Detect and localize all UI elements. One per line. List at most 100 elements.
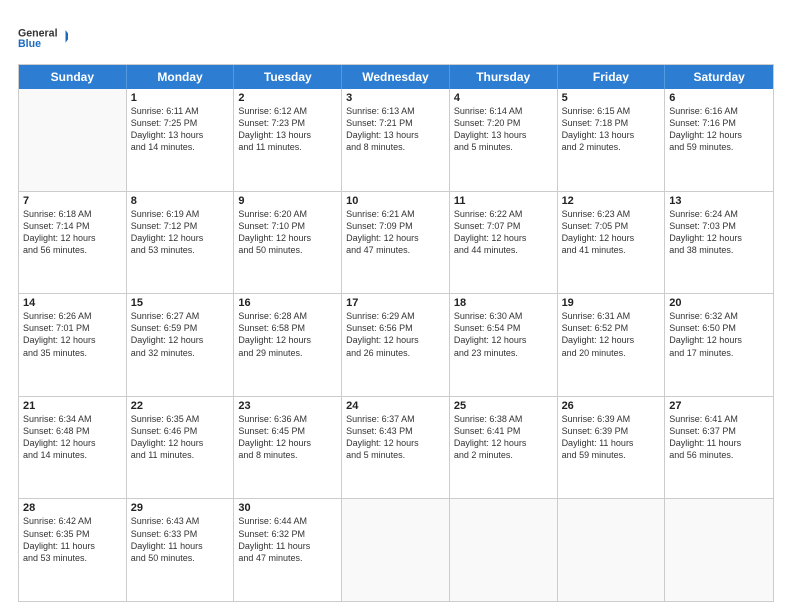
day-number: 23 [238, 400, 337, 412]
calendar-cell: 3Sunrise: 6:13 AMSunset: 7:21 PMDaylight… [342, 89, 450, 191]
calendar-cell: 22Sunrise: 6:35 AMSunset: 6:46 PMDayligh… [127, 397, 235, 499]
day-info: Sunrise: 6:37 AMSunset: 6:43 PMDaylight:… [346, 413, 445, 462]
day-number: 19 [562, 297, 661, 309]
day-info: Sunrise: 6:42 AMSunset: 6:35 PMDaylight:… [23, 515, 122, 564]
calendar-cell: 1Sunrise: 6:11 AMSunset: 7:25 PMDaylight… [127, 89, 235, 191]
day-number: 1 [131, 92, 230, 104]
day-info: Sunrise: 6:44 AMSunset: 6:32 PMDaylight:… [238, 515, 337, 564]
calendar-cell: 11Sunrise: 6:22 AMSunset: 7:07 PMDayligh… [450, 192, 558, 294]
calendar-cell: 28Sunrise: 6:42 AMSunset: 6:35 PMDayligh… [19, 499, 127, 601]
day-info: Sunrise: 6:43 AMSunset: 6:33 PMDaylight:… [131, 515, 230, 564]
day-info: Sunrise: 6:16 AMSunset: 7:16 PMDaylight:… [669, 105, 769, 154]
day-number: 24 [346, 400, 445, 412]
day-number: 14 [23, 297, 122, 309]
day-number: 17 [346, 297, 445, 309]
day-number: 7 [23, 195, 122, 207]
day-number: 9 [238, 195, 337, 207]
day-number: 22 [131, 400, 230, 412]
calendar-cell [19, 89, 127, 191]
calendar-cell: 7Sunrise: 6:18 AMSunset: 7:14 PMDaylight… [19, 192, 127, 294]
calendar-row-4: 28Sunrise: 6:42 AMSunset: 6:35 PMDayligh… [19, 498, 773, 601]
day-header-monday: Monday [127, 65, 235, 89]
day-number: 28 [23, 502, 122, 514]
day-header-sunday: Sunday [19, 65, 127, 89]
calendar-cell: 17Sunrise: 6:29 AMSunset: 6:56 PMDayligh… [342, 294, 450, 396]
day-info: Sunrise: 6:24 AMSunset: 7:03 PMDaylight:… [669, 208, 769, 257]
day-info: Sunrise: 6:27 AMSunset: 6:59 PMDaylight:… [131, 310, 230, 359]
calendar-cell: 4Sunrise: 6:14 AMSunset: 7:20 PMDaylight… [450, 89, 558, 191]
calendar-row-0: 1Sunrise: 6:11 AMSunset: 7:25 PMDaylight… [19, 89, 773, 191]
calendar-cell: 19Sunrise: 6:31 AMSunset: 6:52 PMDayligh… [558, 294, 666, 396]
calendar-cell [558, 499, 666, 601]
calendar-cell: 5Sunrise: 6:15 AMSunset: 7:18 PMDaylight… [558, 89, 666, 191]
day-info: Sunrise: 6:26 AMSunset: 7:01 PMDaylight:… [23, 310, 122, 359]
day-header-saturday: Saturday [665, 65, 773, 89]
day-info: Sunrise: 6:35 AMSunset: 6:46 PMDaylight:… [131, 413, 230, 462]
day-number: 16 [238, 297, 337, 309]
calendar-body: 1Sunrise: 6:11 AMSunset: 7:25 PMDaylight… [19, 89, 773, 601]
day-number: 5 [562, 92, 661, 104]
day-info: Sunrise: 6:11 AMSunset: 7:25 PMDaylight:… [131, 105, 230, 154]
calendar-cell: 29Sunrise: 6:43 AMSunset: 6:33 PMDayligh… [127, 499, 235, 601]
day-header-wednesday: Wednesday [342, 65, 450, 89]
day-header-friday: Friday [558, 65, 666, 89]
day-info: Sunrise: 6:20 AMSunset: 7:10 PMDaylight:… [238, 208, 337, 257]
day-info: Sunrise: 6:29 AMSunset: 6:56 PMDaylight:… [346, 310, 445, 359]
calendar-cell: 23Sunrise: 6:36 AMSunset: 6:45 PMDayligh… [234, 397, 342, 499]
calendar-cell: 2Sunrise: 6:12 AMSunset: 7:23 PMDaylight… [234, 89, 342, 191]
day-number: 30 [238, 502, 337, 514]
day-number: 27 [669, 400, 769, 412]
calendar-cell: 14Sunrise: 6:26 AMSunset: 7:01 PMDayligh… [19, 294, 127, 396]
day-info: Sunrise: 6:23 AMSunset: 7:05 PMDaylight:… [562, 208, 661, 257]
day-number: 8 [131, 195, 230, 207]
calendar-cell [342, 499, 450, 601]
calendar-cell: 25Sunrise: 6:38 AMSunset: 6:41 PMDayligh… [450, 397, 558, 499]
day-number: 3 [346, 92, 445, 104]
day-number: 21 [23, 400, 122, 412]
calendar-cell: 12Sunrise: 6:23 AMSunset: 7:05 PMDayligh… [558, 192, 666, 294]
day-number: 15 [131, 297, 230, 309]
day-number: 6 [669, 92, 769, 104]
calendar-header: SundayMondayTuesdayWednesdayThursdayFrid… [19, 65, 773, 89]
calendar-cell: 15Sunrise: 6:27 AMSunset: 6:59 PMDayligh… [127, 294, 235, 396]
logo-svg: General Blue [18, 18, 68, 56]
day-number: 11 [454, 195, 553, 207]
day-header-tuesday: Tuesday [234, 65, 342, 89]
calendar-cell: 18Sunrise: 6:30 AMSunset: 6:54 PMDayligh… [450, 294, 558, 396]
day-info: Sunrise: 6:39 AMSunset: 6:39 PMDaylight:… [562, 413, 661, 462]
calendar-cell: 21Sunrise: 6:34 AMSunset: 6:48 PMDayligh… [19, 397, 127, 499]
day-info: Sunrise: 6:15 AMSunset: 7:18 PMDaylight:… [562, 105, 661, 154]
day-info: Sunrise: 6:28 AMSunset: 6:58 PMDaylight:… [238, 310, 337, 359]
day-number: 4 [454, 92, 553, 104]
calendar-cell [665, 499, 773, 601]
day-number: 13 [669, 195, 769, 207]
calendar-cell: 30Sunrise: 6:44 AMSunset: 6:32 PMDayligh… [234, 499, 342, 601]
calendar-cell: 20Sunrise: 6:32 AMSunset: 6:50 PMDayligh… [665, 294, 773, 396]
calendar-cell: 8Sunrise: 6:19 AMSunset: 7:12 PMDaylight… [127, 192, 235, 294]
day-header-thursday: Thursday [450, 65, 558, 89]
calendar-cell [450, 499, 558, 601]
day-info: Sunrise: 6:21 AMSunset: 7:09 PMDaylight:… [346, 208, 445, 257]
page: General Blue SundayMondayTuesdayWednesda… [0, 0, 792, 612]
day-info: Sunrise: 6:41 AMSunset: 6:37 PMDaylight:… [669, 413, 769, 462]
calendar-row-3: 21Sunrise: 6:34 AMSunset: 6:48 PMDayligh… [19, 396, 773, 499]
day-number: 26 [562, 400, 661, 412]
calendar-cell: 9Sunrise: 6:20 AMSunset: 7:10 PMDaylight… [234, 192, 342, 294]
day-info: Sunrise: 6:13 AMSunset: 7:21 PMDaylight:… [346, 105, 445, 154]
header: General Blue [18, 18, 774, 56]
day-number: 29 [131, 502, 230, 514]
calendar-cell: 10Sunrise: 6:21 AMSunset: 7:09 PMDayligh… [342, 192, 450, 294]
day-info: Sunrise: 6:36 AMSunset: 6:45 PMDaylight:… [238, 413, 337, 462]
day-number: 20 [669, 297, 769, 309]
calendar-cell: 6Sunrise: 6:16 AMSunset: 7:16 PMDaylight… [665, 89, 773, 191]
day-info: Sunrise: 6:22 AMSunset: 7:07 PMDaylight:… [454, 208, 553, 257]
calendar: SundayMondayTuesdayWednesdayThursdayFrid… [18, 64, 774, 602]
svg-text:Blue: Blue [18, 38, 41, 50]
calendar-cell: 26Sunrise: 6:39 AMSunset: 6:39 PMDayligh… [558, 397, 666, 499]
calendar-row-1: 7Sunrise: 6:18 AMSunset: 7:14 PMDaylight… [19, 191, 773, 294]
calendar-cell: 16Sunrise: 6:28 AMSunset: 6:58 PMDayligh… [234, 294, 342, 396]
day-info: Sunrise: 6:31 AMSunset: 6:52 PMDaylight:… [562, 310, 661, 359]
day-number: 12 [562, 195, 661, 207]
day-info: Sunrise: 6:30 AMSunset: 6:54 PMDaylight:… [454, 310, 553, 359]
calendar-cell: 24Sunrise: 6:37 AMSunset: 6:43 PMDayligh… [342, 397, 450, 499]
